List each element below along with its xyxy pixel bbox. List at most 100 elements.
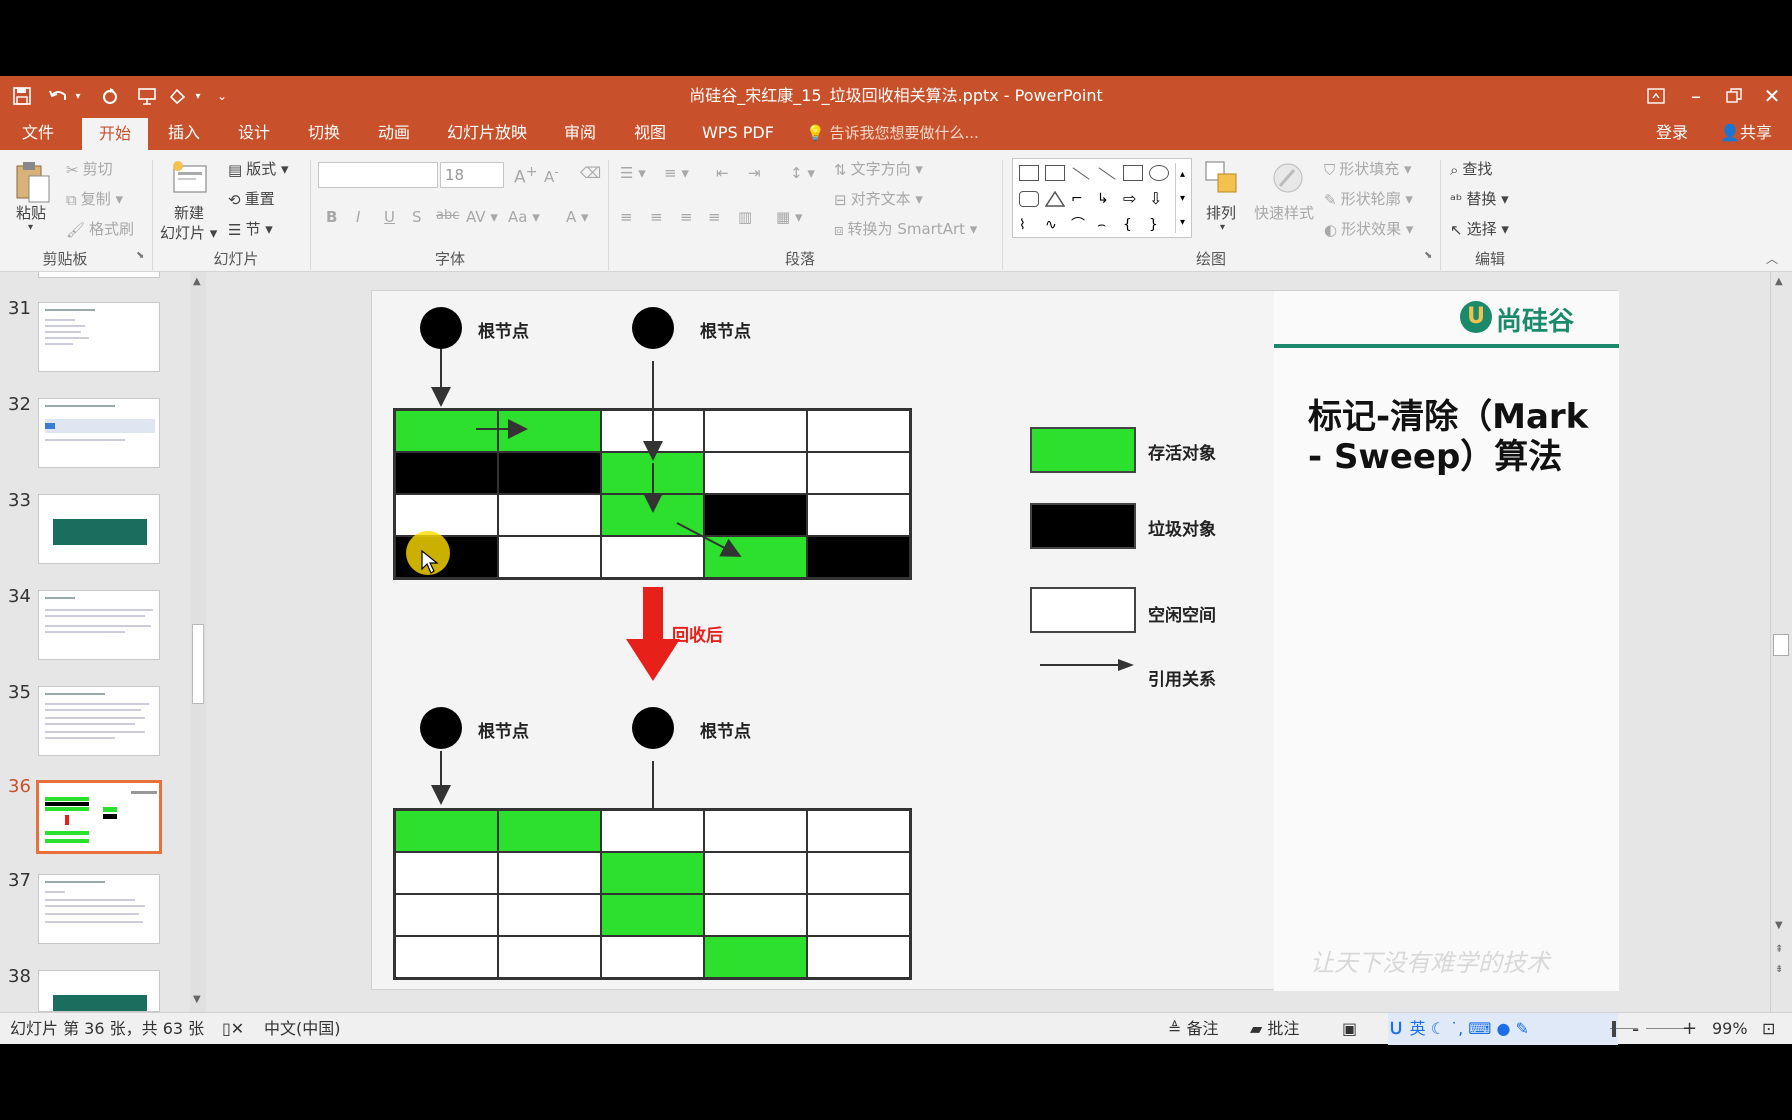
- shape-effects-button[interactable]: ◐ 形状效果 ▾: [1324, 218, 1413, 239]
- char-spacing-icon[interactable]: AV ▾: [466, 208, 498, 226]
- tab-insert[interactable]: 插入: [164, 116, 204, 150]
- restore-icon[interactable]: [1722, 76, 1746, 116]
- tab-wps-pdf[interactable]: WPS PDF: [700, 116, 776, 150]
- zoom-slider-thumb[interactable]: [1612, 1021, 1616, 1037]
- find-button[interactable]: ⌕ 查找: [1450, 158, 1492, 179]
- font-color-icon[interactable]: A ▾: [566, 208, 589, 226]
- tab-design[interactable]: 设计: [234, 116, 274, 150]
- align-text-button[interactable]: ⊟ 对齐文本 ▾: [834, 188, 923, 209]
- quick-styles-button[interactable]: [1268, 160, 1308, 200]
- left-brace-shape-icon[interactable]: {: [1123, 217, 1143, 233]
- copy-button[interactable]: ⧉ 复制 ▾: [66, 188, 123, 209]
- reset-button[interactable]: ⟲ 重置: [228, 188, 275, 209]
- zoom-slider-track[interactable]: [1646, 1013, 1670, 1045]
- bullets-icon[interactable]: ☰ ▾: [620, 164, 646, 182]
- scribble-shape-icon[interactable]: ∿: [1045, 217, 1065, 233]
- slide-canvas[interactable]: U 尚硅谷 标记-清除（Mark - Sweep）算法 让天下没有难学的技术 根…: [371, 290, 1619, 991]
- tab-transitions[interactable]: 切换: [304, 116, 344, 150]
- tab-review[interactable]: 审阅: [560, 116, 600, 150]
- slide-thumbnail-34[interactable]: [38, 590, 160, 660]
- format-painter-button[interactable]: 🖌 格式刷: [66, 218, 134, 239]
- clipboard-launcher-icon[interactable]: ⬊: [136, 250, 144, 261]
- scroll-up-icon[interactable]: ▲: [1775, 276, 1783, 287]
- scrollbar-thumb[interactable]: [1773, 634, 1789, 656]
- shape-fill-button[interactable]: ⛉ 形状填充 ▾: [1324, 158, 1412, 179]
- select-button[interactable]: ↖ 选择 ▾: [1450, 218, 1509, 239]
- shadow-icon[interactable]: S: [412, 208, 422, 226]
- scroll-down-icon[interactable]: ▼: [193, 994, 201, 1005]
- language-indicator[interactable]: 中文(中国): [264, 1013, 341, 1045]
- arc-shape-icon[interactable]: ⌢: [1097, 217, 1117, 233]
- arrange-dropdown-icon[interactable]: ▾: [1220, 222, 1225, 233]
- tab-file[interactable]: 文件: [18, 116, 58, 150]
- notes-button[interactable]: ≜ 备注: [1168, 1013, 1219, 1045]
- strikethrough-icon[interactable]: abc: [436, 208, 459, 223]
- curve-shape-icon[interactable]: ⌒: [1071, 217, 1091, 233]
- new-slide-button[interactable]: [170, 158, 210, 202]
- slide-thumbnail-32[interactable]: [38, 398, 160, 468]
- share-button[interactable]: 👤共享: [1706, 116, 1786, 150]
- right-arrow-shape-icon[interactable]: ⇨: [1123, 191, 1143, 207]
- normal-view-icon[interactable]: ▣: [1342, 1013, 1357, 1045]
- right-brace-shape-icon[interactable]: }: [1149, 217, 1169, 233]
- slide-thumbnails-pane[interactable]: 31 32 33 34 35 36 37 38: [0, 272, 190, 1012]
- scroll-down-icon[interactable]: ▼: [1775, 920, 1783, 931]
- slide-thumbnail-36[interactable]: [36, 780, 162, 854]
- oval-shape-icon[interactable]: [1149, 165, 1169, 181]
- tell-me-search[interactable]: 💡 告诉我您想要做什么...: [806, 116, 1006, 150]
- rounded-rect-shape-icon[interactable]: [1019, 191, 1039, 207]
- login-button[interactable]: 登录: [1650, 116, 1694, 150]
- slide-thumbnail-33[interactable]: [38, 494, 160, 564]
- tab-animations[interactable]: 动画: [374, 116, 414, 150]
- paste-dropdown-icon[interactable]: ▾: [28, 222, 33, 233]
- slide-thumbnail-31[interactable]: [38, 302, 160, 372]
- paste-button[interactable]: [14, 160, 52, 208]
- comments-button[interactable]: ▰ 批注: [1250, 1013, 1299, 1045]
- scrollbar-thumb[interactable]: [192, 624, 204, 704]
- tab-home[interactable]: 开始: [82, 118, 148, 150]
- underline-icon[interactable]: U: [384, 208, 395, 226]
- replace-button[interactable]: ᵃᵇ 替换 ▾: [1450, 188, 1509, 209]
- next-slide-icon[interactable]: ⇟: [1775, 964, 1783, 975]
- zoom-slider[interactable]: [1610, 1013, 1638, 1045]
- zoom-in-button[interactable]: +: [1682, 1013, 1697, 1045]
- change-case-icon[interactable]: Aa ▾: [508, 208, 540, 226]
- shapes-gallery-scroll-icon[interactable]: ▴ ▾ ▾: [1175, 163, 1189, 233]
- spelling-icon[interactable]: ▯✕: [222, 1013, 244, 1045]
- arrange-button[interactable]: [1204, 160, 1240, 200]
- shapes-gallery[interactable]: ⌐ ↳ ⇨ ⇩ ⌇ ∿ ⌒ ⌢ { } ▴ ▾ ▾: [1012, 158, 1192, 238]
- distribute-icon[interactable]: ▥: [738, 208, 752, 226]
- columns-icon[interactable]: ▦ ▾: [776, 208, 802, 226]
- minimize-icon[interactable]: –: [1684, 76, 1708, 116]
- clear-format-icon[interactable]: ⌫: [580, 164, 601, 182]
- tab-slideshow[interactable]: 幻灯片放映: [444, 116, 530, 150]
- shrink-font-icon[interactable]: A-: [544, 164, 559, 186]
- section-button[interactable]: ☰ 节 ▾: [228, 218, 273, 239]
- cut-button[interactable]: ✂ 剪切: [66, 158, 113, 179]
- scroll-up-icon[interactable]: ▲: [193, 276, 201, 287]
- decrease-indent-icon[interactable]: ⇤: [716, 164, 729, 182]
- tab-view[interactable]: 视图: [630, 116, 670, 150]
- rectangle-shape-icon[interactable]: [1123, 165, 1143, 181]
- freeform-shape-icon[interactable]: ⌇: [1019, 217, 1039, 233]
- slide-thumbnail-38[interactable]: [38, 970, 160, 1012]
- arrow-line-shape-icon[interactable]: [1098, 167, 1116, 180]
- font-name-input[interactable]: [318, 162, 438, 188]
- text-direction-button[interactable]: ⇅ 文字方向 ▾: [834, 158, 923, 179]
- slide-thumbnail-35[interactable]: [38, 686, 160, 756]
- line-spacing-icon[interactable]: ↕ ▾: [790, 164, 815, 182]
- align-center-icon[interactable]: ≡: [650, 208, 663, 226]
- grow-font-icon[interactable]: A+: [514, 164, 538, 188]
- ime-toolbar[interactable]: Ｕ 英 ☾ ˙, ⌨ ● ✎: [1388, 1013, 1618, 1045]
- drawing-launcher-icon[interactable]: ⬊: [1424, 250, 1432, 261]
- vertical-text-shape-icon[interactable]: [1045, 165, 1065, 181]
- down-arrow-shape-icon[interactable]: ⇩: [1149, 191, 1169, 207]
- italic-icon[interactable]: I: [356, 208, 360, 226]
- fit-slide-icon[interactable]: ⊡: [1762, 1013, 1775, 1045]
- zoom-level[interactable]: 99%: [1712, 1013, 1748, 1045]
- shape-outline-button[interactable]: ✎ 形状轮廓 ▾: [1324, 188, 1413, 209]
- numbering-icon[interactable]: ≡ ▾: [664, 164, 689, 182]
- elbow-connector-shape-icon[interactable]: ⌐: [1071, 191, 1091, 207]
- close-icon[interactable]: ✕: [1760, 76, 1784, 116]
- previous-slide-icon[interactable]: ⇞: [1775, 944, 1783, 955]
